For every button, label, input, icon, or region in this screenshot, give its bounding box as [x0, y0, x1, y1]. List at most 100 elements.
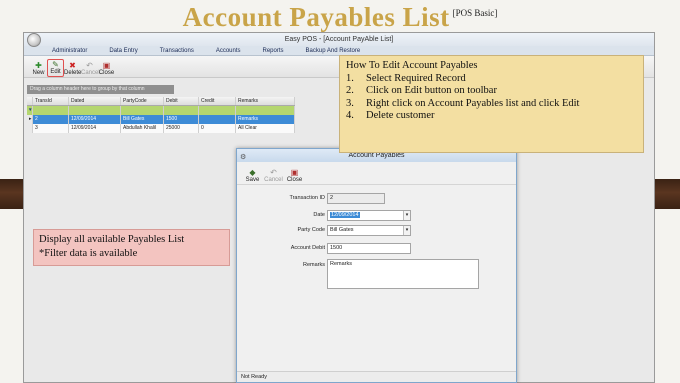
- filter-cell[interactable]: [69, 106, 121, 115]
- save-icon: ◆: [249, 168, 256, 177]
- filter-cell[interactable]: [164, 106, 199, 115]
- table-cell[interactable]: Abdullah Khalil: [121, 124, 164, 133]
- cancel-icon: ↶: [270, 168, 277, 177]
- app-title-bar: Easy POS - [Account PayAble List]: [24, 33, 654, 47]
- slide: Account Payables List [POS Basic] Easy PO…: [0, 0, 680, 383]
- close-button[interactable]: ▣ Close: [98, 61, 115, 77]
- table-cell[interactable]: 25000: [164, 124, 199, 133]
- chevron-down-icon[interactable]: ▾: [403, 226, 410, 235]
- account-payables-dialog: ⚙ Account Payables ◆ Save ↶ Cancel ▣ Clo…: [236, 148, 517, 383]
- step-number: 3.: [346, 97, 354, 109]
- column-header-dated[interactable]: Dated: [69, 97, 121, 105]
- party-code-value: Bill Gates: [330, 227, 354, 233]
- column-header-transid[interactable]: TransId: [33, 97, 69, 105]
- delete-button-label: Delete: [64, 70, 82, 76]
- menu-item-transactions[interactable]: Transactions: [160, 46, 194, 55]
- dialog-cancel-button[interactable]: ↶ Cancel: [263, 168, 284, 184]
- table-cell[interactable]: 12/09/2014: [69, 115, 121, 124]
- dialog-app-icon: ⚙: [240, 154, 247, 161]
- app-logo-icon[interactable]: [27, 33, 41, 47]
- list-item: 3. Right click on Account Payables list a…: [346, 98, 637, 111]
- dialog-close-label: Close: [286, 177, 303, 183]
- step-text: Click on Edit button on toolbar: [366, 85, 497, 97]
- slide-title: Account Payables List [POS Basic]: [0, 2, 680, 33]
- chevron-down-icon[interactable]: ▾: [403, 211, 410, 220]
- app-window-title: Easy POS - [Account PayAble List]: [284, 36, 394, 43]
- new-button-label: New: [32, 70, 45, 76]
- date-value: 12/09/2014: [330, 212, 360, 218]
- table-cell[interactable]: All Clear: [236, 124, 295, 133]
- table-cell[interactable]: Bill Gates: [121, 115, 164, 124]
- column-header-remarks[interactable]: Remarks: [236, 97, 295, 105]
- save-button[interactable]: ◆ Save: [242, 168, 263, 184]
- menu-item-reports[interactable]: Reports: [263, 46, 284, 55]
- menu-item-accounts[interactable]: Accounts: [216, 46, 241, 55]
- filter-cell[interactable]: [199, 106, 236, 115]
- delete-icon: ✖: [69, 61, 76, 70]
- menu-item-administrator[interactable]: Administrator: [52, 46, 87, 55]
- account-debit-field[interactable]: 1500: [327, 243, 411, 254]
- table-cell[interactable]: Remarks: [236, 115, 295, 124]
- dialog-cancel-label: Cancel: [264, 177, 283, 183]
- display-info-line2: *Filter data is available: [39, 248, 138, 259]
- date-label: Date: [313, 212, 325, 218]
- dialog-title: Account Payables: [348, 152, 405, 159]
- table-cell[interactable]: 12/09/2014: [69, 124, 121, 133]
- new-icon: ✚: [35, 61, 42, 70]
- status-text: Not Ready: [241, 374, 267, 380]
- table-cell[interactable]: 2: [33, 115, 69, 124]
- filter-cell[interactable]: [236, 106, 295, 115]
- step-text: Right click on Account Payables list and…: [366, 97, 580, 109]
- list-item: 4. Delete customer: [346, 110, 637, 123]
- account-debit-label: Account Debit: [290, 245, 325, 251]
- cancel-button-label: Cancel: [81, 70, 100, 76]
- step-text: Delete customer: [366, 110, 435, 122]
- grid-header-row: TransId Dated PartyCode Debit Credit Rem…: [27, 97, 295, 106]
- step-text: Select Required Record: [366, 72, 466, 84]
- dialog-toolbar: ◆ Save ↶ Cancel ▣ Close: [237, 162, 516, 185]
- group-by-bar[interactable]: Drag a column header here to group by th…: [27, 85, 174, 94]
- table-row[interactable]: 3 12/09/2014 Abdullah Khalil 25000 0 All…: [27, 124, 295, 133]
- party-code-select[interactable]: Bill Gates ▾: [327, 225, 411, 236]
- filter-row[interactable]: ▾: [27, 106, 295, 115]
- payables-grid: TransId Dated PartyCode Debit Credit Rem…: [27, 97, 295, 133]
- edit-button[interactable]: ✎ Edit: [47, 59, 64, 77]
- table-cell[interactable]: 1500: [164, 115, 199, 124]
- column-header-credit[interactable]: Credit: [199, 97, 236, 105]
- close-button-label: Close: [98, 70, 115, 76]
- cancel-icon: ↶: [86, 61, 93, 70]
- save-button-label: Save: [245, 177, 260, 183]
- edit-icon: ✎: [52, 60, 59, 69]
- filter-cell[interactable]: [33, 106, 69, 115]
- column-header-partycode[interactable]: PartyCode: [121, 97, 164, 105]
- step-number: 1.: [346, 72, 354, 84]
- remarks-textarea[interactable]: Remarks: [327, 259, 479, 289]
- slide-title-text: Account Payables List: [182, 2, 450, 32]
- party-code-label: Party Code: [297, 227, 325, 233]
- menu-item-backup-restore[interactable]: Backup And Restore: [306, 46, 361, 55]
- table-cell[interactable]: 3: [33, 124, 69, 133]
- delete-button[interactable]: ✖ Delete: [64, 61, 81, 77]
- edit-instructions-title: How To Edit Account Payables: [346, 60, 478, 71]
- table-row[interactable]: ▸ 2 12/09/2014 Bill Gates 1500 Remarks: [27, 115, 295, 124]
- step-number: 4.: [346, 110, 354, 122]
- date-picker[interactable]: 12/09/2014 ▾: [327, 210, 411, 221]
- cancel-button[interactable]: ↶ Cancel: [81, 61, 100, 77]
- menu-item-data-entry[interactable]: Data Entry: [109, 46, 137, 55]
- table-cell[interactable]: 0: [199, 124, 236, 133]
- list-item: 1. Select Required Record: [346, 73, 637, 86]
- column-header-debit[interactable]: Debit: [164, 97, 199, 105]
- transaction-id-field[interactable]: 2: [327, 193, 385, 204]
- transaction-id-value: 2: [330, 195, 334, 201]
- new-button[interactable]: ✚ New: [30, 61, 47, 77]
- edit-instructions-callout: How To Edit Account Payables 1. Select Re…: [339, 55, 644, 153]
- dialog-close-button[interactable]: ▣ Close: [284, 168, 305, 184]
- account-debit-value: 1500: [330, 245, 343, 251]
- close-icon: ▣: [290, 168, 299, 177]
- status-bar: Not Ready: [237, 371, 516, 382]
- table-cell[interactable]: [199, 115, 236, 124]
- remarks-value: Remarks: [330, 261, 353, 267]
- transaction-id-label: Transaction ID: [289, 195, 325, 201]
- filter-cell[interactable]: [121, 106, 164, 115]
- remarks-label: Remarks: [302, 262, 325, 268]
